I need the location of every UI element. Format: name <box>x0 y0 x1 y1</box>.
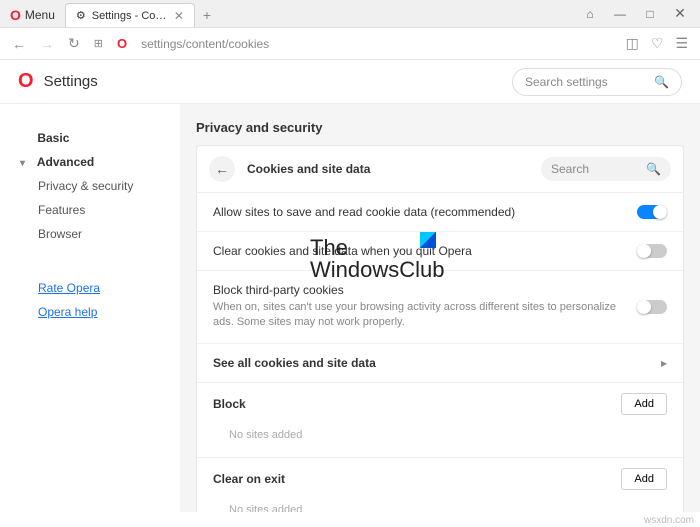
close-tab-icon[interactable]: ✕ <box>174 9 184 23</box>
toggle-clear-on-quit[interactable] <box>637 244 667 258</box>
card-header: ← Cookies and site data Search 🔍 <box>197 146 683 193</box>
toggle-block-third-party[interactable] <box>637 300 667 314</box>
browser-tab[interactable]: ⚙ Settings - Cookies and site ✕ <box>65 3 195 27</box>
clear-exit-empty-text: No sites added <box>213 498 667 512</box>
menu-button[interactable]: O Menu <box>0 3 65 27</box>
sidebar-item-advanced[interactable]: ▾ Advanced <box>20 150 168 174</box>
add-block-button[interactable]: Add <box>621 393 667 415</box>
subsection-block: Block Add No sites added <box>197 383 683 458</box>
speed-dial-icon[interactable]: ⊞ <box>94 37 103 50</box>
sidebar-item-browser[interactable]: Browser <box>20 222 168 246</box>
maximize-button[interactable]: □ <box>636 3 664 25</box>
chevron-right-icon: ▸ <box>661 356 667 370</box>
opera-logo-icon: O <box>10 7 21 23</box>
section-title: Privacy and security <box>196 120 684 135</box>
url-text[interactable]: settings/content/cookies <box>141 37 612 51</box>
arrow-left-icon: ← <box>215 161 229 177</box>
search-placeholder: Search settings <box>525 75 646 89</box>
row-see-all-cookies[interactable]: See all cookies and site data ▸ <box>197 344 683 383</box>
opera-url-icon: O <box>117 36 127 51</box>
opera-logo-icon: O <box>18 70 34 93</box>
titlebar: O Menu ⚙ Settings - Cookies and site ✕ +… <box>0 0 700 28</box>
sidebar-toggle-icon[interactable]: ⌂ <box>576 3 604 25</box>
settings-header: O Settings Search settings 🔍 <box>0 60 700 104</box>
sidebar-item-basic[interactable]: Basic <box>20 126 168 150</box>
card-search-input[interactable]: Search 🔍 <box>541 157 671 181</box>
subsection-clear-on-exit: Clear on exit Add No sites added <box>197 458 683 512</box>
chevron-down-icon: ▾ <box>20 158 30 169</box>
add-clear-on-exit-button[interactable]: Add <box>621 468 667 490</box>
sidebar-link-opera-help[interactable]: Opera help <box>20 300 168 324</box>
settings-content: Privacy and security ← Cookies and site … <box>180 104 700 512</box>
row-allow-cookies: Allow sites to save and read cookie data… <box>197 193 683 232</box>
menu-label: Menu <box>25 8 55 22</box>
address-bar: ← → ↻ ⊞ O settings/content/cookies ◫ ♡ ☰ <box>0 28 700 60</box>
tab-title: Settings - Cookies and site <box>92 10 168 22</box>
footer-credit: wsxdn.com <box>644 514 694 527</box>
more-menu-icon[interactable]: ☰ <box>675 35 688 52</box>
page-title: Settings <box>44 73 98 90</box>
search-icon: 🔍 <box>654 75 669 89</box>
search-icon: 🔍 <box>646 162 661 176</box>
row-clear-on-quit: Clear cookies and site data when you qui… <box>197 232 683 271</box>
settings-sidebar: Basic ▾ Advanced Privacy & security Feat… <box>0 104 180 512</box>
minimize-button[interactable]: — <box>606 3 634 25</box>
gear-icon: ⚙ <box>76 9 86 22</box>
camera-icon[interactable]: ◫ <box>626 35 639 52</box>
heart-icon[interactable]: ♡ <box>651 35 664 52</box>
sidebar-item-features[interactable]: Features <box>20 198 168 222</box>
reload-icon[interactable]: ↻ <box>68 35 80 52</box>
sidebar-item-privacy-security[interactable]: Privacy & security <box>20 174 168 198</box>
sidebar-link-rate-opera[interactable]: Rate Opera <box>20 276 168 300</box>
new-tab-button[interactable]: + <box>195 3 219 27</box>
search-settings-input[interactable]: Search settings 🔍 <box>512 68 682 96</box>
cookies-card: ← Cookies and site data Search 🔍 Allow s… <box>196 145 684 512</box>
close-window-button[interactable]: ✕ <box>666 3 694 25</box>
toggle-allow-cookies[interactable] <box>637 205 667 219</box>
row-block-third-party: Block third-party cookies When on, sites… <box>197 271 683 344</box>
block-empty-text: No sites added <box>213 423 667 443</box>
back-button[interactable]: ← <box>209 156 235 182</box>
forward-icon[interactable]: → <box>40 36 54 52</box>
card-title: Cookies and site data <box>247 162 529 176</box>
back-icon[interactable]: ← <box>12 36 26 52</box>
